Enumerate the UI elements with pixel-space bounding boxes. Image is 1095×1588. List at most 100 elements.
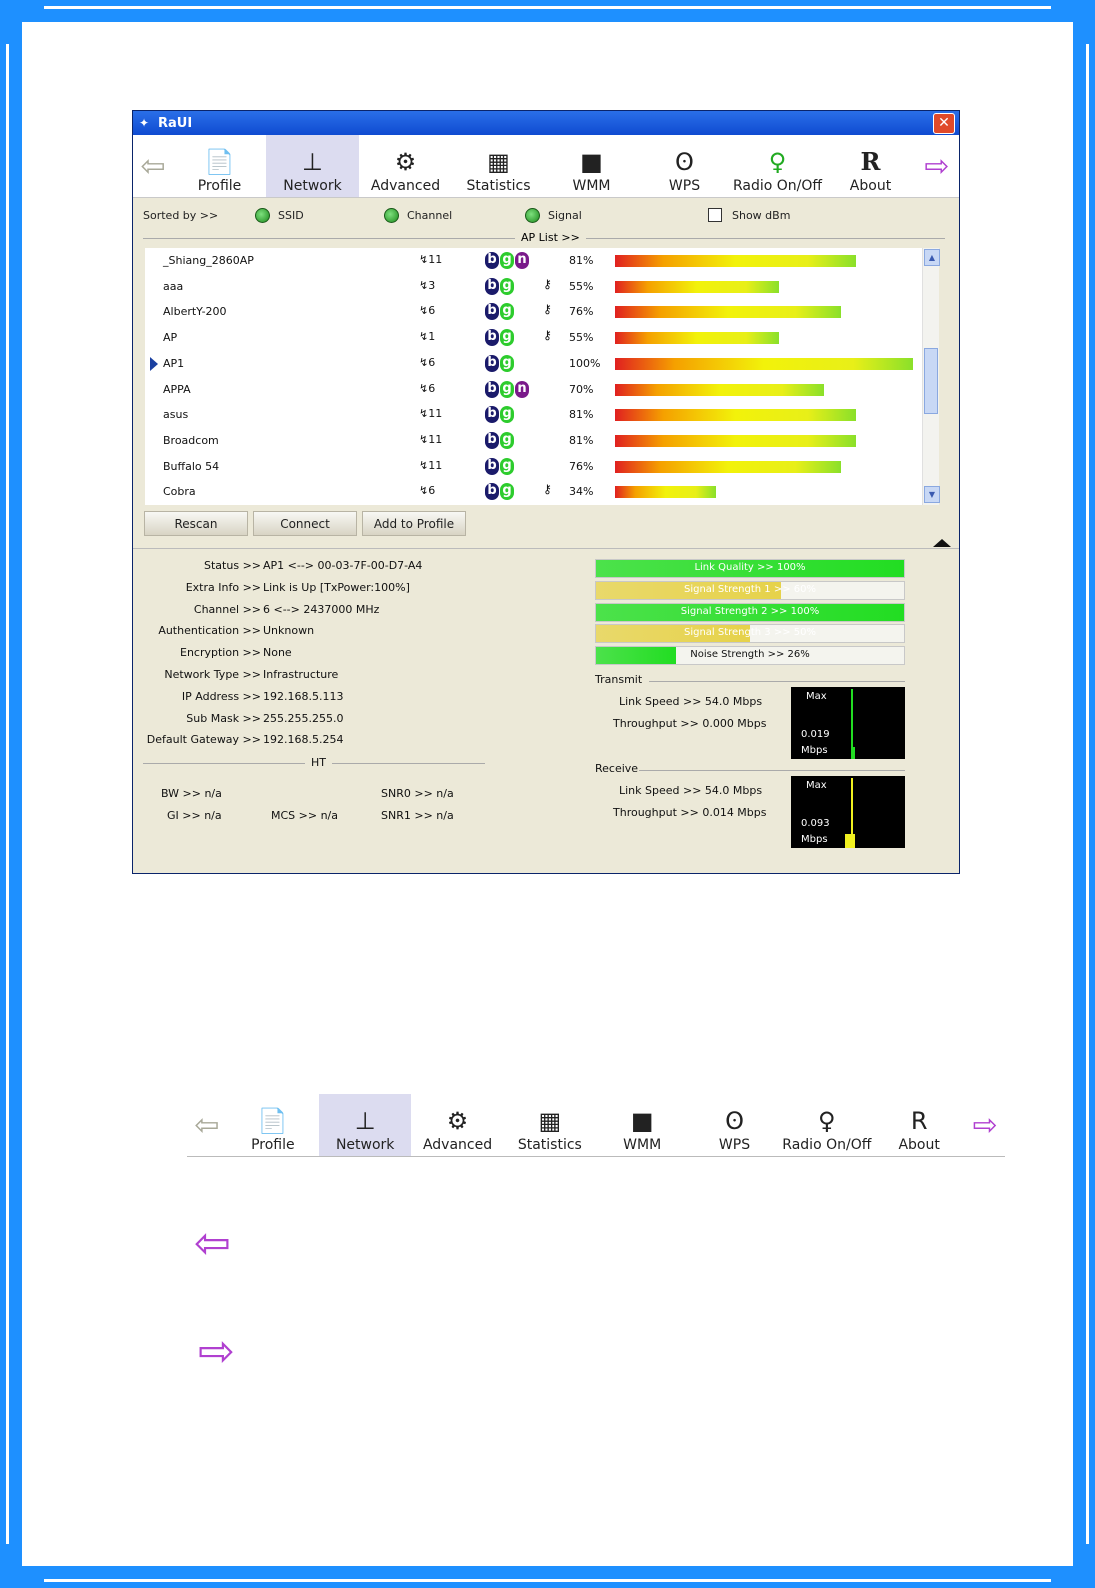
ap-row[interactable]: AlbertY-200 ↯6 b g ⚷ 76%: [145, 299, 923, 325]
replica-tab-network[interactable]: ⊥ Network: [319, 1094, 412, 1156]
mode-b-icon: b: [485, 483, 499, 501]
replica-tab-advanced[interactable]: ⚙ Advanced: [411, 1094, 503, 1156]
tab-radio-label: Radio On/Off: [732, 178, 823, 194]
replica-tab-about[interactable]: R About: [873, 1094, 965, 1156]
ap-row[interactable]: Cobra ↯6 b g ⚷ 34%: [145, 479, 923, 505]
mode-b-icon: b: [485, 380, 499, 398]
toolbar-replica: ⇦ 📄 Profile ⊥ Network ⚙ Advanced ▦ Statistics ■ W…: [187, 1092, 1005, 1157]
ap-ssid: Buffalo 54: [163, 459, 220, 473]
key-icon: ⚷: [543, 276, 552, 291]
ap-list-scrollbar[interactable]: ▲ ▼: [922, 248, 940, 505]
ap-signal-percent: 76%: [569, 305, 594, 319]
ap-row[interactable]: asus ↯11 b g 81%: [145, 402, 923, 428]
scroll-thumb[interactable]: [924, 348, 938, 414]
receive-graph-unit: Mbps: [801, 834, 828, 845]
ap-signal-bar: [615, 280, 779, 293]
page-frame-right: [1073, 0, 1095, 1588]
forward-arrow-icon[interactable]: ⇨: [917, 135, 957, 197]
status-row: Sub Mask >> 255.255.255.0: [133, 712, 593, 728]
scroll-up-icon[interactable]: ▲: [924, 249, 940, 266]
tab-about[interactable]: R About: [824, 135, 917, 197]
tab-statistics-label: Statistics: [466, 178, 531, 194]
ap-list: ▲ ▼ _Shiang_2860AP ↯11 b g n 81% aaa ↯3 b g ⚷ 55% Al…: [145, 248, 940, 505]
ap-signal-percent: 76%: [569, 459, 594, 473]
ap-signal-percent: 81%: [569, 433, 594, 447]
mode-g-icon: g: [500, 252, 514, 269]
ap-signal-percent: 100%: [569, 356, 601, 370]
tab-profile[interactable]: 📄 Profile: [173, 135, 266, 197]
ap-row[interactable]: AP1 ↯6 b g 100%: [145, 351, 923, 377]
ap-signal-bar: [615, 383, 824, 396]
replica-forward-arrow-icon[interactable]: ⇨: [965, 1094, 1005, 1156]
collapse-arrow-icon[interactable]: [933, 539, 951, 547]
ap-modes: bg: [485, 431, 514, 449]
replica-calculator-icon: ▦: [538, 1107, 562, 1135]
ap-channel: ↯11: [419, 458, 443, 472]
qos-icon: ■: [580, 148, 603, 176]
tab-advanced[interactable]: ⚙ Advanced: [359, 135, 452, 197]
mode-b-icon: b: [485, 329, 499, 347]
connect-button[interactable]: Connect: [253, 511, 357, 536]
page-frame-top: [0, 0, 1095, 22]
show-dbm-checkbox[interactable]: [708, 208, 722, 222]
ap-row[interactable]: APPA ↯6 b g n 70%: [145, 377, 923, 403]
tab-advanced-label: Advanced: [370, 178, 441, 194]
ap-list-header: AP List >>: [143, 231, 945, 245]
add-to-profile-button[interactable]: Add to Profile: [362, 511, 466, 536]
profile-icon: 📄: [204, 148, 235, 176]
status-row: Network Type >> Infrastructure: [133, 668, 593, 684]
wps-icon: ʘ: [675, 148, 694, 176]
infrastructure-icon: ↯: [419, 278, 429, 292]
ap-ssid: asus: [163, 408, 189, 422]
ap-signal-bar: [615, 332, 779, 345]
sort-channel-radio[interactable]: [384, 207, 399, 223]
tab-profile-label: Profile: [197, 178, 242, 194]
ap-modes: bg: [485, 329, 514, 347]
replica-gear-icon: ⚙: [446, 1107, 469, 1135]
mode-g-icon: g: [500, 483, 514, 501]
infrastructure-icon: ↯: [419, 330, 429, 344]
replica-tab-radio-on-off[interactable]: ♀ Radio On/Off: [781, 1094, 873, 1156]
tab-radio[interactable]: ♀ Radio On/Off: [731, 135, 824, 197]
tab-wps[interactable]: ʘ WPS: [638, 135, 731, 197]
status-row: Status >> AP1 <--> 00-03-7F-00-D7-A4: [133, 559, 593, 575]
mode-g-icon: g: [500, 354, 514, 372]
tab-network[interactable]: ⊥ Network: [266, 135, 359, 197]
status-value: Infrastructure: [263, 668, 339, 681]
ap-row[interactable]: Broadcom ↯11 b g 81%: [145, 428, 923, 454]
quality-bar-text: Link Quality >> 100%: [694, 562, 806, 573]
tab-wmm[interactable]: ■ WMM: [545, 135, 638, 197]
rescan-button[interactable]: Rescan: [144, 511, 248, 536]
sort-signal-radio[interactable]: [525, 207, 540, 223]
ap-row[interactable]: _Shiang_2860AP ↯11 b g n 81%: [145, 248, 923, 274]
replica-tab-wmm[interactable]: ■ WMM: [596, 1094, 688, 1156]
ap-row[interactable]: aaa ↯3 b g ⚷ 55%: [145, 274, 923, 300]
scroll-down-icon[interactable]: ▼: [924, 486, 940, 503]
replica-tab-wps[interactable]: ʘ WPS: [688, 1094, 780, 1156]
ap-row[interactable]: AP ↯1 b g ⚷ 55%: [145, 325, 923, 351]
ap-ssid: AlbertY-200: [163, 305, 227, 319]
mode-g-icon: g: [500, 303, 514, 321]
close-button[interactable]: ✕: [933, 113, 955, 134]
infrastructure-icon: ↯: [419, 432, 429, 446]
mode-b-icon: b: [485, 457, 499, 475]
sort-ssid-radio[interactable]: [255, 207, 270, 223]
status-label: Extra Info >>: [185, 580, 261, 594]
replica-tab-statistics[interactable]: ▦ Statistics: [504, 1094, 596, 1156]
infrastructure-icon: ↯: [419, 355, 429, 369]
replica-back-arrow-icon[interactable]: ⇦: [187, 1094, 227, 1156]
ht-mcs: MCS >> n/a: [271, 809, 338, 822]
ap-signal-bar: [615, 460, 842, 473]
tab-statistics[interactable]: ▦ Statistics: [452, 135, 545, 197]
ap-row[interactable]: Buffalo 54 ↯11 b g 76%: [145, 454, 923, 480]
status-row: Encryption >> None: [133, 646, 593, 662]
ap-signal-bar: [615, 486, 717, 499]
ap-channel: ↯11: [419, 432, 443, 446]
ap-ssid: aaa: [163, 279, 184, 293]
ap-signal-percent: 55%: [569, 279, 594, 293]
infrastructure-icon: ↯: [419, 407, 429, 421]
replica-tab-profile[interactable]: 📄 Profile: [227, 1094, 319, 1156]
status-label: Sub Mask >>: [186, 711, 261, 725]
back-arrow-icon[interactable]: ⇦: [133, 135, 173, 197]
ap-channel: ↯6: [419, 484, 436, 498]
